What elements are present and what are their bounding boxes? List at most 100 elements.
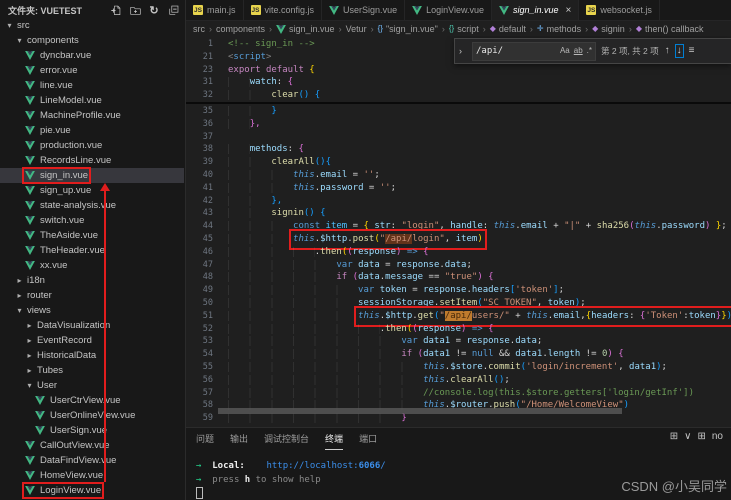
search-input-value[interactable]: /api/ [476,45,556,58]
tree-item-error-vue[interactable]: error.vue [0,63,184,78]
tree-item-LoginView-vue[interactable]: LoginView.vue [0,482,184,499]
tree-item-src[interactable]: ▾ src [0,18,184,33]
code-line-53[interactable]: 53 var data1 = response.data; [186,335,731,348]
code-line-49[interactable]: 49 var token = response.headers['token']… [186,284,731,297]
code-line-31[interactable]: 31 watch: { [186,76,731,89]
collapse-all-icon[interactable] [167,4,179,16]
code-line-35[interactable]: 35 } [186,105,731,118]
code-line-52[interactable]: 52 .then((response) => { [186,323,731,336]
code-line-56[interactable]: 56 this.clearAll(); [186,374,731,387]
code-editor[interactable]: 1 <!-- sign_in --> 21 <script> 23 export defa… [186,36,731,427]
code-line-54[interactable]: 54 if (data1 != null && data1.length != … [186,348,731,361]
tab-UserSign-vue[interactable]: UserSign.vue [322,0,406,20]
tree-item-MachineProfile-vue[interactable]: MachineProfile.vue [0,108,184,123]
code-line-47[interactable]: 47 var data = response.data; [186,259,731,272]
code-line-57[interactable]: 57 //console.log(this.$store.getters['lo… [186,387,731,400]
code-line-43[interactable]: 43 signin() { [186,207,731,220]
code-line-32[interactable]: 32 clear() { [186,89,731,102]
tab-vite-config-js[interactable]: JS vite.config.js [244,0,323,20]
tree-item-xx-vue[interactable]: xx.vue [0,258,184,273]
tree-item-TheHeader-vue[interactable]: TheHeader.vue [0,243,184,258]
new-file-icon[interactable] [110,4,122,16]
code-line-39[interactable]: 39 clearAll(){ [186,156,731,169]
panel-tab-问题[interactable]: 问题 [196,428,214,450]
tree-item-views[interactable]: ▾ views [0,303,184,318]
tree-item-EventRecord[interactable]: ▸ EventRecord [0,333,184,348]
tree-item-router[interactable]: ▸ router [0,288,184,303]
tree-item-sign_in-vue[interactable]: sign_in.vue [0,167,184,184]
code-line-40[interactable]: 40 this.email = ''; [186,169,731,182]
toggle-replace-chevron[interactable]: › [459,45,467,58]
breadcrumb-item-sign_in-vue[interactable]: sign_in.vue [276,24,335,34]
breadcrumb-item-src[interactable]: src [193,24,205,34]
tree-item-HistoricalData[interactable]: ▸ HistoricalData [0,348,184,363]
breadcrumb-item-methods[interactable]: ✛ methods [537,24,581,34]
breadcrumb-item-signin[interactable]: ◆ signin [592,24,625,34]
tree-item-sign_up-vue[interactable]: sign_up.vue [0,183,184,198]
tree-item-DataVisualization[interactable]: ▸ DataVisualization [0,318,184,333]
code-line-23[interactable]: 23 export default { [186,64,731,77]
code-line-37[interactable]: 37 [186,131,731,144]
tree-item-Tubes[interactable]: ▸ Tubes [0,363,184,378]
code-line-38[interactable]: 38 methods: { [186,143,731,156]
tree-item-DataFindView-vue[interactable]: DataFindView.vue [0,453,184,468]
tree-item-i18n[interactable]: ▸ i18n [0,273,184,288]
tree-item-LineModel-vue[interactable]: LineModel.vue [0,93,184,108]
code-line-41[interactable]: 41 this.password = ''; [186,182,731,195]
tree-item-HomeView-vue[interactable]: HomeView.vue [0,468,184,483]
tab-websocket-js[interactable]: JS websocket.js [579,0,660,20]
close-icon[interactable]: × [566,5,572,16]
code-line-45[interactable]: 45 this.$http.post("/api/login", item) [186,229,731,250]
panel-tab-调试控制台[interactable]: 调试控制台 [264,428,309,450]
find-previous-icon[interactable]: ↑ [664,45,671,58]
code-line-48[interactable]: 48 if (data.message == "true") { [186,271,731,284]
code-line-50[interactable]: 50 sessionStorage.setItem("SC_TOKEN", to… [186,297,731,310]
tab-sign_in-vue[interactable]: sign_in.vue × [491,0,580,20]
search-input[interactable]: /api/ Aa ab .* [472,41,596,61]
tree-item-production-vue[interactable]: production.vue [0,138,184,153]
match-case-icon[interactable]: Aa [560,45,570,58]
tree-item-RecordsLine-vue[interactable]: RecordsLine.vue [0,153,184,168]
breadcrumb-item--sign_in-vue-[interactable]: {} "sign_in.vue" [378,24,438,34]
tree-item-pie-vue[interactable]: pie.vue [0,123,184,138]
tree-item-UserOnlineView-vue[interactable]: UserOnlineView.vue [0,408,184,423]
tab-LoginView-vue[interactable]: LoginView.vue [405,0,492,20]
tree-item-TheAside-vue[interactable]: TheAside.vue [0,228,184,243]
breadcrumb-item-script[interactable]: {} script [449,24,479,34]
code-line-51[interactable]: 51 this.$http.get("/api/users/" + this.e… [186,305,731,327]
terminal-label-truncated[interactable]: no [712,431,723,442]
terminal-dropdown-chevron[interactable]: ∨ [684,431,691,442]
breadcrumb-item-Vetur[interactable]: Vetur [346,24,367,34]
panel-tab-输出[interactable]: 输出 [230,428,248,450]
panel-tab-端口[interactable]: 端口 [359,428,377,450]
terminal-output[interactable]: → Local: http://localhost:6066/ → press h… [196,460,386,500]
code-line-59[interactable]: 59 } [186,412,731,425]
breadcrumb-item-then-callback[interactable]: ◆ then() callback [636,24,704,34]
new-folder-icon[interactable] [129,4,141,16]
code-line-36[interactable]: 36 }, [186,118,731,131]
tree-item-line-vue[interactable]: line.vue [0,78,184,93]
tree-item-components[interactable]: ▾ components [0,33,184,48]
tree-item-User[interactable]: ▾ User [0,378,184,393]
code-line-46[interactable]: 46 .then((response) => { [186,246,731,259]
code-line-55[interactable]: 55 this.$store.commit('login/increment',… [186,361,731,374]
code-line-42[interactable]: 42 }, [186,195,731,208]
tree-item-dyncbar-vue[interactable]: dyncbar.vue [0,48,184,63]
refresh-icon[interactable]: ↻ [148,4,160,17]
whole-word-icon[interactable]: ab [574,45,583,58]
tree-item-state-analysis-vue[interactable]: state-analysis.vue [0,198,184,213]
tree-item-UserSign-vue[interactable]: UserSign.vue [0,423,184,438]
breadcrumb-item-components[interactable]: components [216,24,265,34]
tree-item-switch-vue[interactable]: switch.vue [0,213,184,228]
horizontal-scrollbar[interactable] [218,408,622,414]
find-next-icon[interactable]: ↓ [674,43,684,59]
split-terminal-icon[interactable]: ⊞ [697,431,705,442]
panel-tab-终端[interactable]: 终端 [325,428,344,450]
tree-item-UserCtrView-vue[interactable]: UserCtrView.vue [0,393,184,408]
new-terminal-icon[interactable]: ⊞ [670,431,678,442]
code-line-44[interactable]: 44 const item = { str: "login", handle: … [186,220,731,233]
breadcrumb-item-default[interactable]: ◆ default [490,24,526,34]
tab-main-js[interactable]: JS main.js [186,0,244,20]
regex-icon[interactable]: .* [587,45,592,58]
find-in-selection-icon[interactable]: ≡ [688,45,696,58]
